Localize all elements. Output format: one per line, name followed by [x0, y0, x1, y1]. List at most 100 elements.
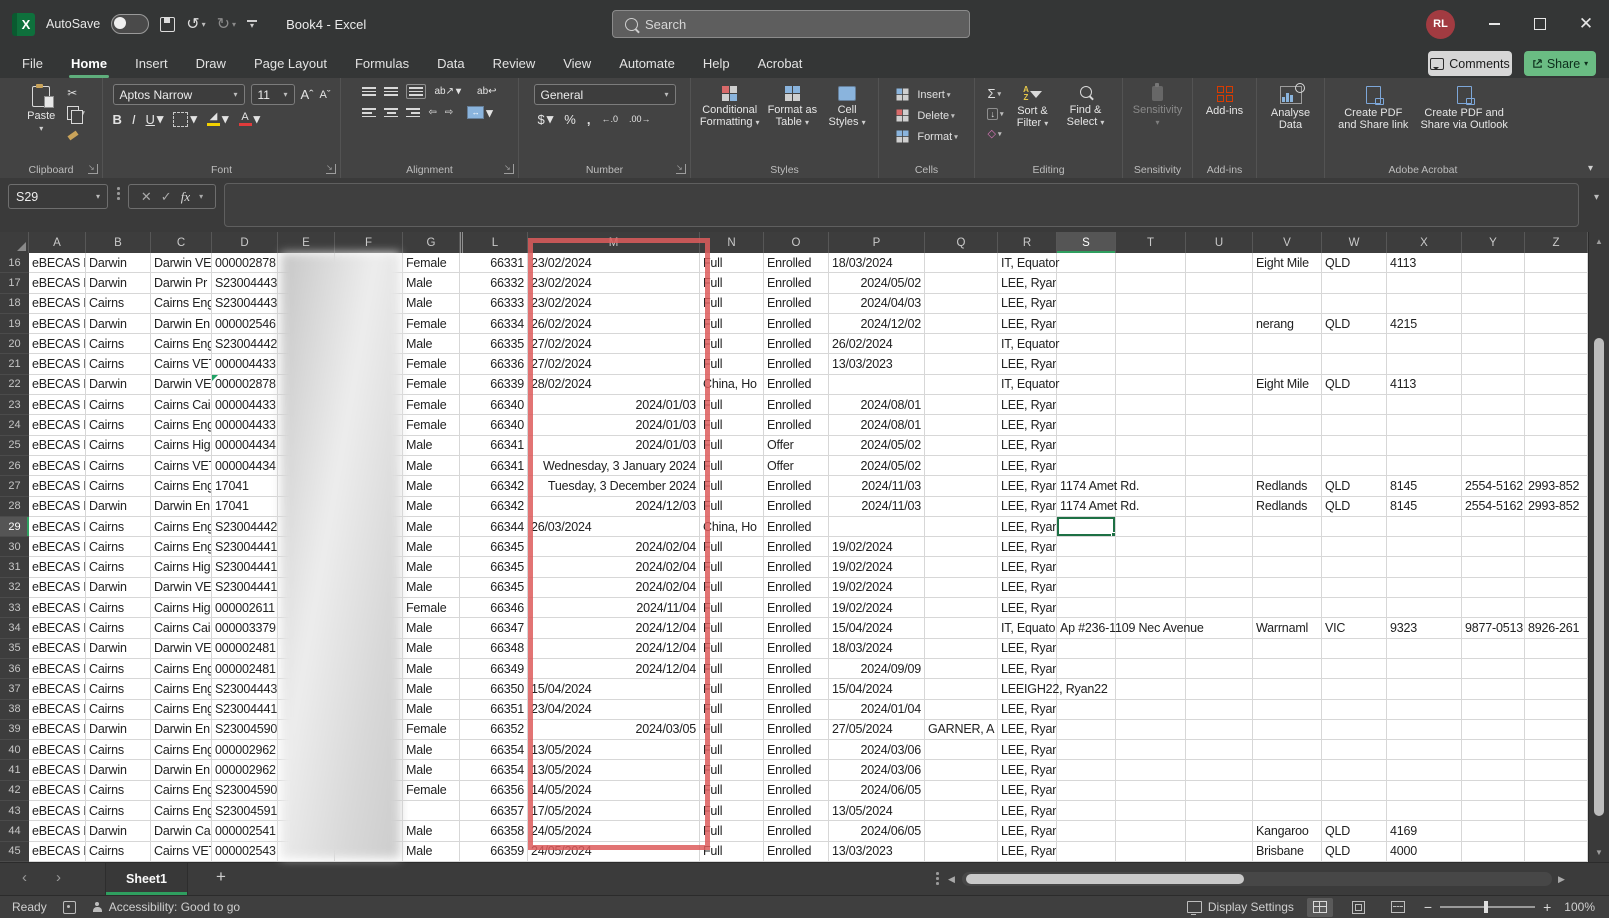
cell-O16[interactable]: Enrolled: [764, 253, 829, 273]
row-header-16[interactable]: 16: [0, 253, 29, 273]
cell-Q19[interactable]: [925, 314, 998, 334]
cell-G29[interactable]: Male: [403, 517, 460, 537]
cell-M40[interactable]: 13/05/2024: [528, 740, 700, 760]
cell-V16[interactable]: Eight Mile: [1253, 253, 1322, 273]
cell-X28[interactable]: 8145: [1387, 497, 1462, 517]
cell-L35[interactable]: 66348: [460, 639, 528, 659]
cell-L28[interactable]: 66342: [460, 497, 528, 517]
cell-E34[interactable]: [278, 618, 335, 638]
cell-O45[interactable]: Enrolled: [764, 842, 829, 862]
row-header-38[interactable]: 38: [0, 700, 29, 720]
cell-T24[interactable]: [1116, 415, 1186, 435]
cell-L20[interactable]: 66335: [460, 334, 528, 354]
cell-U31[interactable]: [1186, 557, 1253, 577]
cell-Z43[interactable]: [1525, 801, 1588, 821]
cell-T33[interactable]: [1116, 598, 1186, 618]
cell-O17[interactable]: Enrolled: [764, 273, 829, 293]
cell-N17[interactable]: Full: [700, 273, 764, 293]
cell-N27[interactable]: Full: [700, 476, 764, 496]
fill-color-button[interactable]: ◢▾: [207, 111, 229, 127]
cell-Z22[interactable]: [1525, 375, 1588, 395]
cell-W32[interactable]: [1322, 578, 1387, 598]
cell-Z25[interactable]: [1525, 436, 1588, 456]
cell-G42[interactable]: Female: [403, 781, 460, 801]
cell-S25[interactable]: [1057, 436, 1116, 456]
cell-R17[interactable]: LEE, Ryan: [998, 273, 1057, 293]
cell-B38[interactable]: Cairns: [86, 700, 151, 720]
number-format-select[interactable]: General▾: [534, 84, 676, 105]
cell-X39[interactable]: [1387, 720, 1462, 740]
cell-A36[interactable]: eBECAS La: [29, 659, 86, 679]
cell-A33[interactable]: eBECAS La: [29, 598, 86, 618]
cell-Y43[interactable]: [1462, 801, 1525, 821]
number-dialog-launcher[interactable]: ↘: [676, 164, 686, 174]
cell-E16[interactable]: [278, 253, 335, 273]
cell-F29[interactable]: [335, 517, 403, 537]
row-header-24[interactable]: 24: [0, 415, 29, 435]
cell-Q23[interactable]: [925, 395, 998, 415]
cell-S30[interactable]: [1057, 537, 1116, 557]
cell-A17[interactable]: eBECAS La: [29, 273, 86, 293]
cell-X38[interactable]: [1387, 700, 1462, 720]
cell-T40[interactable]: [1116, 740, 1186, 760]
cell-V23[interactable]: [1253, 395, 1322, 415]
cell-L41[interactable]: 66354: [460, 760, 528, 780]
font-name-select[interactable]: Aptos Narrow▾: [113, 84, 245, 105]
cell-U42[interactable]: [1186, 781, 1253, 801]
cell-Q42[interactable]: [925, 781, 998, 801]
cell-O18[interactable]: Enrolled: [764, 294, 829, 314]
cell-P41[interactable]: 2024/03/06: [829, 760, 925, 780]
cell-B44[interactable]: Darwin: [86, 821, 151, 841]
cell-R19[interactable]: LEE, Ryan: [998, 314, 1057, 334]
cell-L40[interactable]: 66354: [460, 740, 528, 760]
cell-N33[interactable]: Full: [700, 598, 764, 618]
cell-Y19[interactable]: [1462, 314, 1525, 334]
name-box[interactable]: S29 ▾: [8, 184, 108, 209]
cell-U29[interactable]: [1186, 517, 1253, 537]
cell-C26[interactable]: Cairns VET: [151, 456, 212, 476]
cell-Q41[interactable]: [925, 760, 998, 780]
cell-U45[interactable]: [1186, 842, 1253, 862]
cell-X29[interactable]: [1387, 517, 1462, 537]
cell-G28[interactable]: Male: [403, 497, 460, 517]
cell-Q25[interactable]: [925, 436, 998, 456]
row-header-34[interactable]: 34: [0, 618, 29, 638]
cell-G27[interactable]: Male: [403, 476, 460, 496]
cell-U33[interactable]: [1186, 598, 1253, 618]
cell-V36[interactable]: [1253, 659, 1322, 679]
cell-C29[interactable]: Cairns Eng: [151, 517, 212, 537]
cell-S17[interactable]: [1057, 273, 1116, 293]
avatar[interactable]: RL: [1426, 10, 1455, 39]
cell-P43[interactable]: 13/05/2024: [829, 801, 925, 821]
row-header-29[interactable]: 29: [0, 517, 29, 537]
cell-Q38[interactable]: [925, 700, 998, 720]
cell-F45[interactable]: [335, 842, 403, 862]
cell-X44[interactable]: 4169: [1387, 821, 1462, 841]
cell-U44[interactable]: [1186, 821, 1253, 841]
cell-B45[interactable]: Cairns: [86, 842, 151, 862]
cell-F42[interactable]: [335, 781, 403, 801]
cell-E30[interactable]: [278, 537, 335, 557]
insert-cells-button[interactable]: Insert▾: [895, 86, 957, 103]
cell-L34[interactable]: 66347: [460, 618, 528, 638]
cell-M33[interactable]: 2024/11/04: [528, 598, 700, 618]
cell-Y36[interactable]: [1462, 659, 1525, 679]
cell-Q28[interactable]: [925, 497, 998, 517]
cell-L26[interactable]: 66341: [460, 456, 528, 476]
cell-O34[interactable]: Enrolled: [764, 618, 829, 638]
cell-B25[interactable]: Cairns: [86, 436, 151, 456]
cell-P39[interactable]: 27/05/2024: [829, 720, 925, 740]
cell-U21[interactable]: [1186, 354, 1253, 374]
italic-button[interactable]: I: [132, 112, 136, 127]
alignment-dialog-launcher[interactable]: ↘: [504, 164, 514, 174]
cell-W29[interactable]: [1322, 517, 1387, 537]
cell-D25[interactable]: 000004434: [212, 436, 278, 456]
cell-A23[interactable]: eBECAS La: [29, 395, 86, 415]
cell-N22[interactable]: China, Ho: [700, 375, 764, 395]
orientation-button[interactable]: ab↗▾: [434, 86, 461, 97]
cell-D26[interactable]: 000004434: [212, 456, 278, 476]
cell-N20[interactable]: Full: [700, 334, 764, 354]
cell-W18[interactable]: [1322, 294, 1387, 314]
cell-Y39[interactable]: [1462, 720, 1525, 740]
cell-R43[interactable]: LEE, Ryan: [998, 801, 1057, 821]
